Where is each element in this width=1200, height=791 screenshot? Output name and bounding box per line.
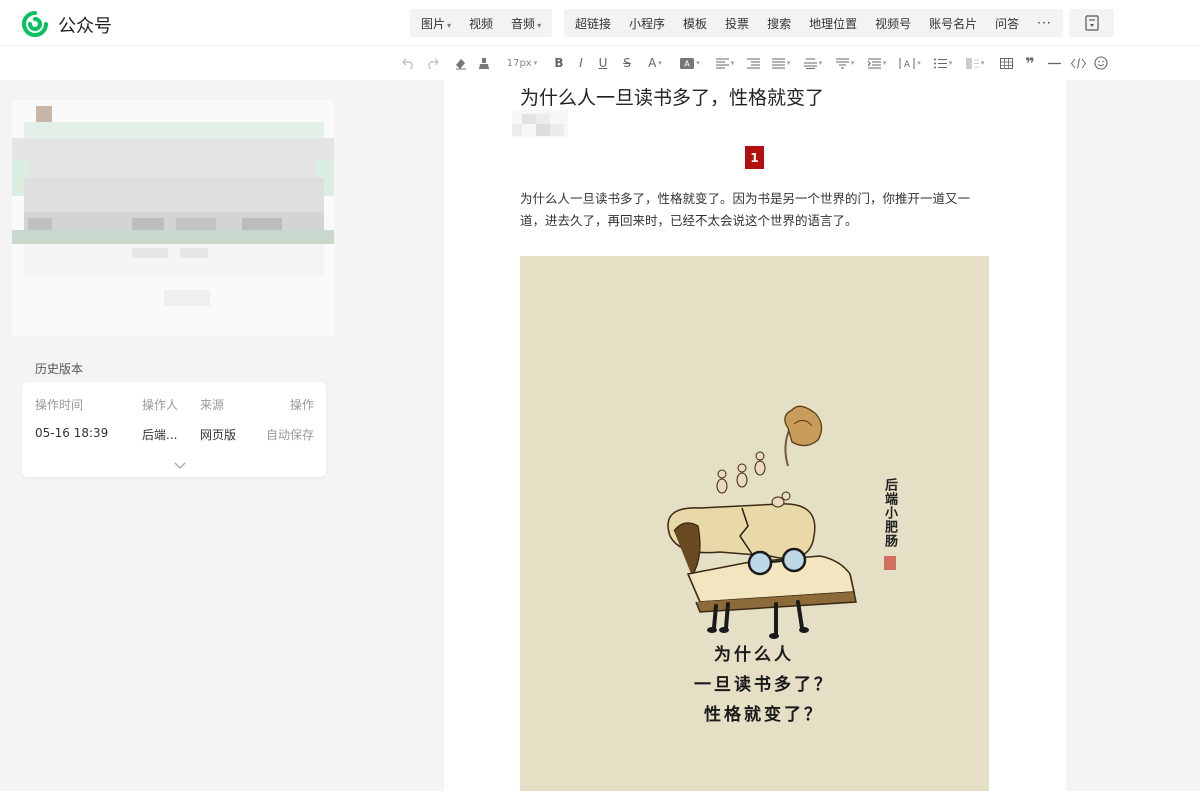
editor-canvas[interactable]: 为什么人一旦读书多了，性格就变了 1 为什么人一旦读书多了，性格就变了。因为书是… bbox=[444, 80, 1066, 791]
divider-icon[interactable] bbox=[1046, 55, 1062, 71]
insert-image-button[interactable]: 图片 ▾ bbox=[412, 15, 460, 32]
poster-line-2: 一旦读书多了？ bbox=[694, 675, 834, 695]
letter-spacing-icon[interactable]: A ▾ bbox=[897, 55, 923, 71]
font-size-select[interactable]: 17px ▾ bbox=[502, 55, 542, 71]
blurred-author bbox=[512, 110, 568, 138]
poster-line-1: 为什么人 bbox=[714, 645, 794, 665]
article-poster-image[interactable]: 为什么人 一旦读书多了？ 性格就变了？ 后端小肥肠 bbox=[520, 256, 989, 791]
italic-icon[interactable]: I bbox=[574, 55, 588, 71]
paragraph-after-icon[interactable]: ▾ bbox=[833, 55, 857, 71]
history-header-action: 操作 bbox=[290, 398, 315, 412]
line-spacing-icon[interactable]: ▾ bbox=[769, 55, 793, 71]
bold-icon[interactable]: B bbox=[552, 55, 566, 71]
app-name[interactable]: 公众号 bbox=[58, 12, 112, 38]
history-title: 历史版本 bbox=[35, 362, 84, 376]
insert-hyperlink-button[interactable]: 超链接 bbox=[566, 15, 620, 32]
undo-icon[interactable] bbox=[400, 55, 416, 71]
insert-vote-button[interactable]: 投票 bbox=[716, 15, 758, 32]
article-cover-card[interactable] bbox=[12, 100, 334, 336]
eraser-icon[interactable] bbox=[452, 55, 468, 71]
chevron-down-icon[interactable] bbox=[172, 457, 188, 469]
history-header-source: 来源 bbox=[200, 398, 225, 412]
article-title[interactable]: 为什么人一旦读书多了，性格就变了 bbox=[520, 83, 824, 110]
insert-video-button[interactable]: 视频 bbox=[460, 15, 502, 32]
format-toolbar: 17px ▾ B I U S A ▾ A ▾ ▾ ▾ ▾ ▾ ▾ A ▾ ▾ ▾ ❞ bbox=[0, 46, 1200, 80]
poster-line-3: 性格就变了？ bbox=[704, 705, 824, 725]
quote-icon[interactable]: ❞ bbox=[1022, 54, 1038, 73]
code-icon[interactable] bbox=[1068, 55, 1088, 71]
insert-miniprogram-button[interactable]: 小程序 bbox=[620, 15, 674, 32]
svg-text:A: A bbox=[904, 60, 911, 69]
indent-icon[interactable] bbox=[745, 55, 761, 71]
line-height-icon[interactable]: ▾ bbox=[865, 55, 889, 71]
format-painter-icon[interactable] bbox=[476, 55, 492, 71]
history-row-operator: 后端... bbox=[142, 428, 178, 442]
poster-signature: 后端小肥肠 bbox=[882, 478, 897, 548]
strikethrough-icon[interactable]: S bbox=[620, 55, 634, 71]
border-style-icon[interactable]: ▾ bbox=[963, 55, 987, 71]
insert-search-button[interactable]: 搜索 bbox=[758, 15, 800, 32]
blurred-cover-image bbox=[12, 100, 334, 336]
history-header-time: 操作时间 bbox=[35, 398, 84, 412]
insert-qa-button[interactable]: 问答 bbox=[986, 15, 1028, 32]
history-row-source: 网页版 bbox=[200, 428, 237, 442]
underline-icon[interactable]: U bbox=[596, 55, 610, 71]
background-color-icon[interactable]: A ▾ bbox=[677, 55, 703, 71]
section-number-badge: 1 bbox=[745, 146, 764, 169]
emoji-icon[interactable] bbox=[1093, 55, 1109, 71]
insert-media-group: 图片 ▾ 视频 音频 ▾ bbox=[410, 9, 553, 37]
history-table: 操作时间 操作人 来源 操作 05-16 18:39 后端... 网页版 自动保… bbox=[22, 382, 326, 477]
insert-template-button[interactable]: 模板 bbox=[674, 15, 716, 32]
insert-audio-button[interactable]: 音频 ▾ bbox=[502, 15, 550, 32]
history-header-operator: 操作人 bbox=[142, 398, 179, 412]
more-button[interactable]: ··· bbox=[1028, 16, 1060, 30]
table-icon[interactable] bbox=[998, 55, 1014, 71]
history-row-time: 05-16 18:39 bbox=[35, 426, 109, 440]
sidebar-toggle-icon bbox=[1084, 15, 1099, 31]
article-paragraph[interactable]: 为什么人一旦读书多了，性格就变了。因为书是另一个世界的门，你推开一道又一道，进去… bbox=[520, 188, 990, 232]
insert-location-button[interactable]: 地理位置 bbox=[800, 15, 866, 32]
insert-account-card-button[interactable]: 账号名片 bbox=[920, 15, 986, 32]
insert-content-group: 超链接 小程序 模板 投票 搜索 地理位置 视频号 账号名片 问答 ··· bbox=[564, 9, 1063, 37]
redo-icon[interactable] bbox=[424, 55, 440, 71]
svg-text:A: A bbox=[684, 59, 690, 68]
top-bar: 公众号 图片 ▾ 视频 音频 ▾ 超链接 小程序 模板 投票 搜索 地理位置 视频号… bbox=[0, 0, 1200, 46]
wechat-official-logo-icon[interactable] bbox=[22, 11, 48, 37]
font-color-icon[interactable]: A ▾ bbox=[644, 55, 666, 71]
paragraph-spacing-icon[interactable]: ▾ bbox=[801, 55, 825, 71]
insert-channels-button[interactable]: 视频号 bbox=[866, 15, 920, 32]
history-row-action[interactable]: 自动保存 bbox=[266, 426, 314, 443]
toggle-sidebar-button[interactable] bbox=[1069, 9, 1114, 37]
align-left-icon[interactable]: ▾ bbox=[713, 55, 737, 71]
list-icon[interactable]: ▾ bbox=[931, 55, 955, 71]
